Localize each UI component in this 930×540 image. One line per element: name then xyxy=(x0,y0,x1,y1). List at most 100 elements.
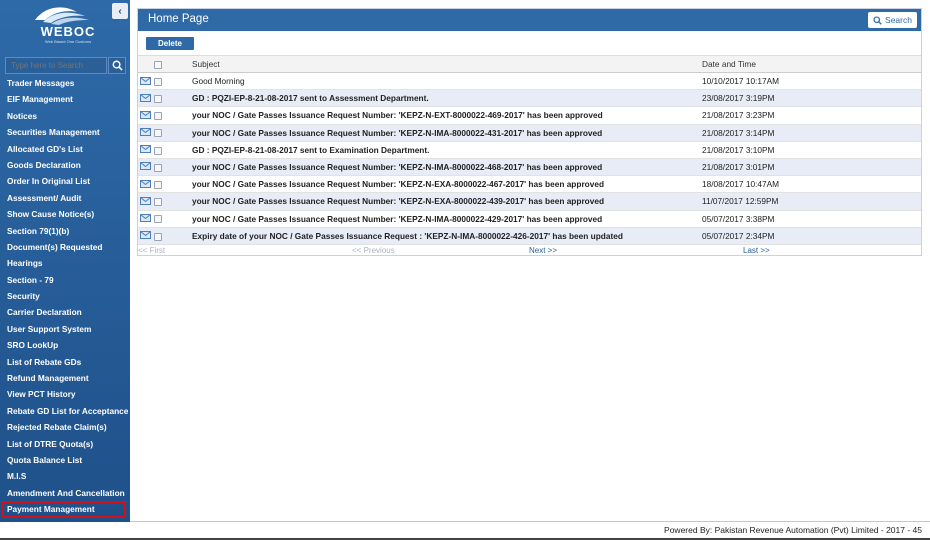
panel-header: Home Page Search xyxy=(138,9,921,31)
sidebar-menu: Trader Messages EIF Management Notices Secu… xyxy=(0,75,130,518)
message-date: 21/08/2017 3:01PM xyxy=(702,158,921,177)
delete-button[interactable]: Delete xyxy=(146,37,194,50)
envelope-icon xyxy=(140,145,151,155)
sidebar-item-rejected-rebate-claim-s[interactable]: Rejected Rebate Claim(s) xyxy=(0,419,130,435)
footer-text: Powered By: Pakistan Revenue Automation … xyxy=(664,525,922,535)
wave-logo-icon xyxy=(35,7,89,25)
message-subject[interactable]: Expiry date of your NOC / Gate Passes Is… xyxy=(192,227,702,245)
table-row[interactable]: Good Morning 10/10/2017 10:17AM xyxy=(138,72,921,91)
sidebar-item-assessment-audit[interactable]: Assessment/ Audit xyxy=(0,190,130,206)
chevron-left-icon: ‹ xyxy=(118,5,122,17)
message-subject[interactable]: Good Morning xyxy=(192,72,702,91)
sidebar-item-eif-management[interactable]: EIF Management xyxy=(0,91,130,107)
collapse-sidebar-button[interactable]: ‹ xyxy=(112,3,128,19)
message-subject[interactable]: your NOC / Gate Passes Issuance Request … xyxy=(192,210,702,228)
table-row[interactable]: your NOC / Gate Passes Issuance Request … xyxy=(138,106,921,125)
message-subject[interactable]: GD : PQZI-EP-8-21-08-2017 sent to Examin… xyxy=(192,141,702,159)
sidebar-item-section-79[interactable]: Section - 79 xyxy=(0,272,130,288)
sidebar-item-show-cause-notice-s[interactable]: Show Cause Notice(s) xyxy=(0,206,130,222)
search-icon xyxy=(112,60,123,71)
table-row[interactable]: your NOC / Gate Passes Issuance Request … xyxy=(138,158,921,177)
sidebar-item-section-79-1-b[interactable]: Section 79(1)(b) xyxy=(0,223,130,239)
sidebar-item-sro-lookup[interactable]: SRO LookUp xyxy=(0,337,130,353)
sidebar-item-allocated-gd-s-list[interactable]: Allocated GD's List xyxy=(0,141,130,157)
table-row[interactable]: GD : PQZI-EP-8-21-08-2017 sent to Assess… xyxy=(138,89,921,108)
envelope-icon xyxy=(140,196,151,207)
sidebar: ‹ WEBOC Web Based One Customs Trader Mes… xyxy=(0,0,130,522)
table-row[interactable]: GD : PQZI-EP-8-21-08-2017 sent to Examin… xyxy=(138,141,921,159)
row-checkbox[interactable] xyxy=(154,163,162,172)
table-row[interactable]: your NOC / Gate Passes Issuance Request … xyxy=(138,175,921,194)
sidebar-item-securities-management[interactable]: Securities Management xyxy=(0,124,130,140)
select-all-checkbox[interactable] xyxy=(154,60,162,69)
envelope-icon xyxy=(140,231,151,241)
table-row[interactable]: Expiry date of your NOC / Gate Passes Is… xyxy=(138,227,921,245)
next-page-link[interactable]: Next >> xyxy=(529,246,557,255)
sidebar-item-order-in-original-list[interactable]: Order In Original List xyxy=(0,173,130,189)
sidebar-item-m-i-s[interactable]: M.I.S xyxy=(0,468,130,484)
pagination: << First << Previous Next >> Last >> xyxy=(138,246,921,256)
row-checkbox[interactable] xyxy=(154,77,162,86)
row-checkbox[interactable] xyxy=(154,215,162,224)
message-subject[interactable]: your NOC / Gate Passes Issuance Request … xyxy=(192,106,702,125)
footer-divider xyxy=(130,521,930,522)
sidebar-item-view-pct-history[interactable]: View PCT History xyxy=(0,386,130,402)
message-subject[interactable]: GD : PQZI-EP-8-21-08-2017 sent to Assess… xyxy=(192,89,702,108)
row-checkbox[interactable] xyxy=(154,129,162,138)
sidebar-item-list-of-dtre-quota-s[interactable]: List of DTRE Quota(s) xyxy=(0,436,130,452)
table-row[interactable]: your NOC / Gate Passes Issuance Request … xyxy=(138,210,921,228)
row-checkbox[interactable] xyxy=(154,146,162,155)
envelope-icon xyxy=(140,93,151,104)
sidebar-item-rebate-gd-list-for-acceptance[interactable]: Rebate GD List for Acceptance xyxy=(0,403,130,419)
row-checkbox[interactable] xyxy=(154,198,162,207)
message-date: 10/10/2017 10:17AM xyxy=(702,72,921,91)
envelope-icon xyxy=(140,162,151,172)
search-button[interactable]: Search xyxy=(868,12,917,28)
message-date: 05/07/2017 3:38PM xyxy=(702,210,921,228)
envelope-icon xyxy=(140,179,151,190)
sidebar-item-security[interactable]: Security xyxy=(0,288,130,304)
sidebar-item-notices[interactable]: Notices xyxy=(0,108,130,124)
page-title: Home Page xyxy=(148,13,209,25)
sidebar-item-quota-balance-list[interactable]: Quota Balance List xyxy=(0,452,130,468)
message-subject[interactable]: your NOC / Gate Passes Issuance Request … xyxy=(192,175,702,194)
row-checkbox[interactable] xyxy=(154,95,162,104)
search-button-label: Search xyxy=(885,15,912,25)
row-checkbox[interactable] xyxy=(154,112,162,121)
message-subject[interactable]: your NOC / Gate Passes Issuance Request … xyxy=(192,192,702,211)
first-page-link: << First xyxy=(138,246,166,255)
message-date: 05/07/2017 2:34PM xyxy=(702,227,921,245)
sidebar-item-document-s-requested[interactable]: Document(s) Requested xyxy=(0,239,130,255)
sidebar-item-goods-declaration[interactable]: Goods Declaration xyxy=(0,157,130,173)
sidebar-item-refund-management[interactable]: Refund Management xyxy=(0,370,130,386)
sidebar-item-list-of-rebate-gds[interactable]: List of Rebate GDs xyxy=(0,354,130,370)
sidebar-item-payment-management[interactable]: Payment Management xyxy=(2,501,126,518)
table-row[interactable]: your NOC / Gate Passes Issuance Request … xyxy=(138,124,921,142)
envelope-icon xyxy=(140,76,151,87)
sidebar-item-hearings[interactable]: Hearings xyxy=(0,255,130,271)
sidebar-item-user-support-system[interactable]: User Support System xyxy=(0,321,130,337)
envelope-icon xyxy=(140,214,151,224)
message-date: 21/08/2017 3:14PM xyxy=(702,124,921,142)
table-row[interactable]: your NOC / Gate Passes Issuance Request … xyxy=(138,192,921,211)
home-panel: Home Page Search Delete Subject Date and… xyxy=(137,8,922,256)
logo-subtitle: Web Based One Customs xyxy=(44,39,92,44)
message-subject[interactable]: your NOC / Gate Passes Issuance Request … xyxy=(192,124,702,142)
sidebar-search-button[interactable] xyxy=(108,57,126,74)
message-date: 21/08/2017 3:10PM xyxy=(702,141,921,159)
sidebar-item-trader-messages[interactable]: Trader Messages xyxy=(0,75,130,91)
envelope-icon xyxy=(140,110,151,121)
search-icon xyxy=(873,15,882,25)
subject-column-header[interactable]: Subject xyxy=(192,55,702,73)
sidebar-item-amendment-and-cancellation[interactable]: Amendment And Cancellation xyxy=(0,485,130,501)
date-column-header[interactable]: Date and Time xyxy=(702,55,921,73)
row-checkbox[interactable] xyxy=(154,181,162,190)
sidebar-item-carrier-declaration[interactable]: Carrier Declaration xyxy=(0,304,130,320)
sidebar-search-input[interactable] xyxy=(5,57,107,74)
message-subject[interactable]: your NOC / Gate Passes Issuance Request … xyxy=(192,158,702,177)
message-date: 21/08/2017 3:23PM xyxy=(702,106,921,125)
logo-text: WEBOC xyxy=(40,24,96,39)
last-page-link[interactable]: Last >> xyxy=(743,246,770,255)
message-date: 18/08/2017 10:47AM xyxy=(702,175,921,194)
row-checkbox[interactable] xyxy=(154,232,162,241)
